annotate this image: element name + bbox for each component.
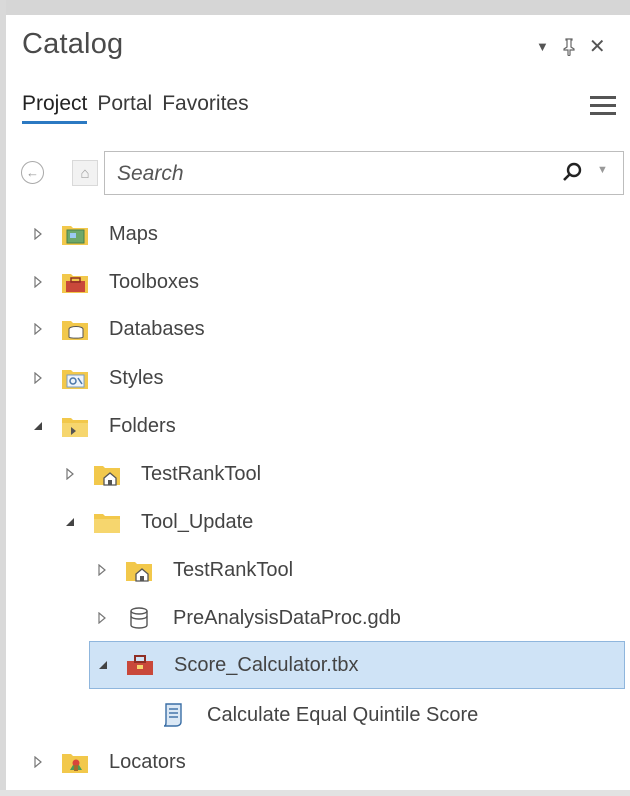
tree-item-label: TestRankTool: [173, 558, 294, 581]
expand-arrow-icon[interactable]: [63, 467, 77, 481]
collapse-arrow-icon[interactable]: [63, 515, 77, 529]
tree-item-maps[interactable]: Maps: [31, 213, 158, 255]
pane-controls: ▼ ✕: [536, 34, 606, 59]
tree-item-testranktool[interactable]: TestRankTool: [63, 453, 261, 495]
tree-item-folders[interactable]: Folders: [31, 405, 176, 447]
tree-item-label: Styles: [109, 366, 164, 389]
pin-icon[interactable]: [563, 37, 575, 56]
catalog-tabs: Project Portal Favorites: [22, 92, 249, 124]
expand-arrow-icon[interactable]: [31, 275, 45, 289]
expand-arrow-icon[interactable]: [31, 227, 45, 241]
expand-arrow-icon[interactable]: [31, 322, 45, 336]
tree-item-databases[interactable]: Databases: [31, 308, 205, 350]
folder-connection-icon: [125, 558, 153, 582]
tree-item-tool-update[interactable]: Tool_Update: [63, 501, 253, 543]
tree-item-styles[interactable]: Styles: [31, 357, 163, 399]
menu-icon[interactable]: [590, 96, 616, 116]
folders-folder-icon: [61, 414, 89, 438]
expand-arrow-icon[interactable]: [95, 563, 109, 577]
tree-item-script-tool[interactable]: Calculate Equal Quintile Score: [159, 694, 478, 736]
search-placeholder: Search: [117, 162, 184, 185]
tree-item-label: Tool_Update: [141, 510, 254, 533]
close-icon[interactable]: ✕: [589, 34, 606, 59]
databases-folder-icon: [61, 317, 89, 341]
tree-item-testranktool-nested[interactable]: TestRankTool: [95, 549, 293, 591]
folder-connection-icon: [93, 462, 121, 486]
tree-item-label: PreAnalysisDataProc.gdb: [173, 606, 401, 629]
geodatabase-icon: [125, 606, 153, 630]
pane-top-border: [0, 0, 630, 15]
tree-item-label: Databases: [109, 317, 205, 340]
tree-item-label: Maps: [109, 222, 158, 245]
expand-arrow-icon[interactable]: [31, 755, 45, 769]
script-tool-icon: [159, 703, 187, 727]
tree-item-label: Folders: [109, 414, 176, 437]
styles-folder-icon: [61, 366, 89, 390]
expand-arrow-icon[interactable]: [31, 371, 45, 385]
toolbox-icon: [126, 653, 154, 677]
tree-item-label: Score_Calculator.tbx: [174, 653, 359, 676]
search-options-chevron-down-icon[interactable]: ▼: [597, 164, 608, 176]
tree-item-label: Toolboxes: [109, 270, 200, 293]
home-icon[interactable]: ⌂: [72, 160, 98, 186]
maps-folder-icon: [61, 222, 89, 246]
tree-item-locators[interactable]: Locators: [31, 741, 186, 783]
expand-arrow-icon[interactable]: [95, 611, 109, 625]
toolboxes-folder-icon: [61, 270, 89, 294]
tree-item-geodatabase[interactable]: PreAnalysisDataProc.gdb: [95, 597, 401, 639]
tab-project[interactable]: Project: [22, 92, 88, 124]
collapse-arrow-icon[interactable]: [96, 658, 110, 672]
tab-portal[interactable]: Portal: [97, 92, 152, 124]
pane-options-chevron-down-icon[interactable]: ▼: [536, 39, 549, 54]
pane-bottom-border: [0, 790, 630, 796]
pane-left-border: [0, 0, 6, 796]
collapse-arrow-icon[interactable]: [31, 419, 45, 433]
search-input[interactable]: Search ▼: [104, 151, 624, 195]
pane-title: Catalog: [22, 28, 124, 60]
tree-item-label: Locators: [109, 750, 186, 773]
locators-folder-icon: [61, 750, 89, 774]
tab-favorites[interactable]: Favorites: [162, 92, 248, 124]
tree-item-toolboxes[interactable]: Toolboxes: [31, 261, 199, 303]
tree-item-label: TestRankTool: [141, 462, 262, 485]
tree-item-label: Calculate Equal Quintile Score: [207, 703, 479, 726]
search-icon[interactable]: [561, 161, 583, 183]
back-arrow-icon[interactable]: ←: [21, 161, 44, 184]
folder-icon: [93, 510, 121, 534]
tree-item-score-calculator[interactable]: Score_Calculator.tbx: [89, 641, 625, 689]
